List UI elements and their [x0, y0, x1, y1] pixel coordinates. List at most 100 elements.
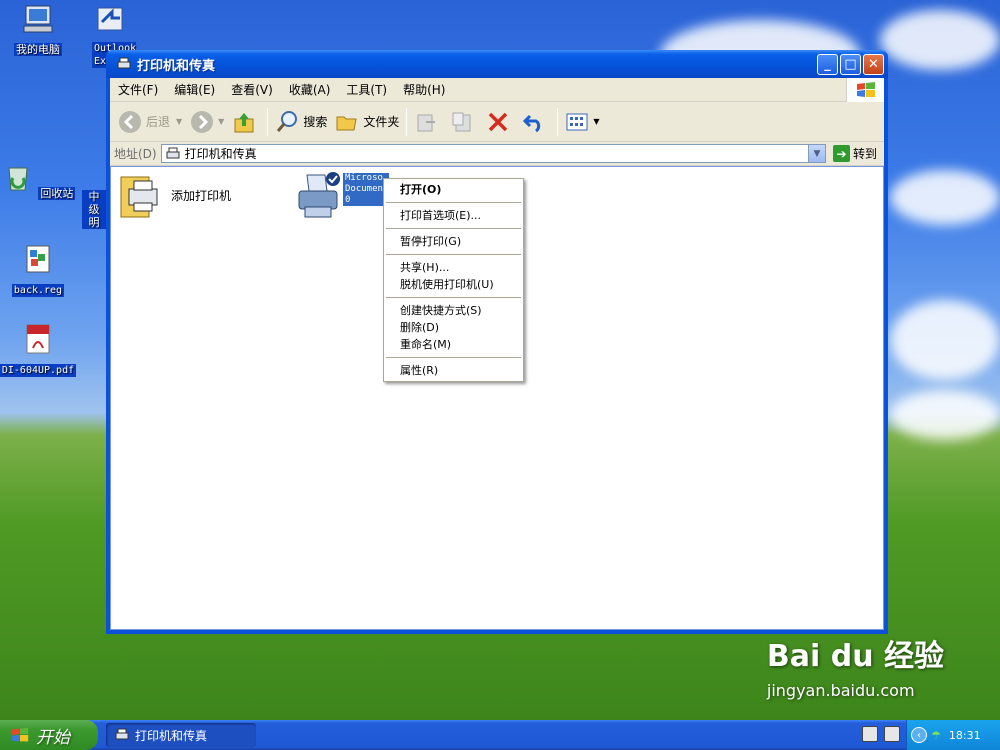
printer-icon: [298, 172, 340, 218]
printer-item-selected[interactable]: Microso Documen 0: [295, 171, 389, 221]
context-menu-item[interactable]: 属性(R): [384, 362, 523, 379]
tray-chevron-icon[interactable]: ‹: [911, 727, 927, 743]
chevron-down-icon: ▼: [813, 148, 821, 159]
context-menu-item[interactable]: 打开(O): [384, 181, 523, 198]
back-label: 后退: [146, 115, 171, 129]
toolbar-separator: [406, 107, 408, 136]
printer-folder-icon: [115, 728, 129, 740]
folders-button[interactable]: 文件夹: [331, 105, 403, 139]
desktop-icon-pdf[interactable]: DI-604UP.pdf: [0, 322, 78, 377]
views-icon: [566, 113, 588, 130]
menu-view[interactable]: 查看(V): [223, 81, 281, 98]
pdf-icon: [26, 324, 50, 354]
context-menu-separator: [386, 254, 521, 255]
add-printer-icon: [120, 176, 158, 218]
context-menu-separator: [386, 297, 521, 298]
desktop-icon-partial[interactable]: 中级 明: [82, 190, 106, 229]
tray-icons: [862, 726, 900, 742]
maximize-icon: □: [844, 56, 857, 72]
context-menu-item[interactable]: 打印首选项(E)...: [384, 207, 523, 224]
context-menu-item[interactable]: 共享(H)...: [384, 259, 523, 276]
menu-help[interactable]: 帮助(H): [395, 81, 453, 98]
context-menu-separator: [386, 357, 521, 358]
toolbar-separator: [267, 107, 269, 136]
context-menu-item[interactable]: 重命名(M): [384, 336, 523, 353]
copy-to-button[interactable]: [446, 105, 482, 139]
printer-folder-icon: [166, 147, 180, 158]
search-button[interactable]: 搜索: [271, 105, 331, 139]
folders-label: 文件夹: [363, 115, 400, 129]
menu-favorites[interactable]: 收藏(A): [281, 81, 339, 98]
taskbar-button-printers[interactable]: 打印机和传真: [106, 723, 256, 747]
window-title: 打印机和传真: [137, 58, 216, 74]
minimize-button[interactable]: _: [817, 53, 838, 75]
network-icon[interactable]: ☂: [931, 729, 941, 742]
address-bar: 地址(D) 打印机和传真 ▼ ➔ 转到: [110, 142, 884, 166]
back-button[interactable]: 后退 ▼: [114, 105, 186, 139]
menu-tools[interactable]: 工具(T): [338, 81, 395, 98]
start-label: 开始: [36, 727, 70, 748]
move-to-button[interactable]: [410, 105, 446, 139]
context-menu: 打开(O) 打印首选项(E)... 暂停打印(G) 共享(H)... 脱机使用打印机(U…: [383, 178, 524, 382]
undo-button[interactable]: [518, 105, 554, 139]
go-label: 转到: [852, 147, 877, 161]
toolbar: 后退 ▼ ▼ 搜索 文件夹 ▼: [110, 102, 884, 142]
views-dropdown-icon: ▼: [593, 117, 600, 126]
maximize-button[interactable]: □: [840, 53, 861, 75]
desktop-icon-back-reg[interactable]: back.reg: [0, 242, 78, 297]
menu-file[interactable]: 文件(F): [110, 81, 166, 98]
taskbar: 开始 打印机和传真 ‹ ☂ 18:31: [0, 720, 1000, 750]
search-label: 搜索: [303, 115, 328, 129]
go-button[interactable]: ➔ 转到: [830, 145, 880, 162]
desktop-icon-my-computer[interactable]: 我的电脑: [0, 2, 78, 56]
copy-to-icon: [452, 112, 471, 131]
desktop-icon-label: 我的电脑: [14, 43, 62, 56]
desktop-icon-recycle-bin[interactable]: 回收站: [0, 160, 78, 200]
printer-folder-icon: [117, 57, 131, 69]
context-menu-item[interactable]: 脱机使用打印机(U): [384, 276, 523, 293]
delete-icon: [489, 112, 508, 131]
undo-icon: [523, 114, 541, 132]
desktop-icon-label: 回收站: [38, 187, 76, 200]
taskbar-button-label: 打印机和传真: [135, 728, 208, 743]
move-to-icon: [417, 114, 436, 131]
system-tray: ‹ ☂ 18:31: [906, 720, 1000, 750]
menu-edit[interactable]: 编辑(E): [166, 81, 223, 98]
views-button[interactable]: ▼: [561, 105, 603, 139]
forward-arrow-icon: [191, 110, 214, 133]
context-menu-item[interactable]: 删除(D): [384, 319, 523, 336]
desktop-icon-label: 中级 明: [82, 190, 106, 229]
keyboard-icon[interactable]: [862, 726, 878, 742]
title-bar[interactable]: 打印机和传真 _ □ ✕: [106, 50, 888, 78]
address-dropdown-button[interactable]: ▼: [807, 145, 825, 162]
desktop-icon-label: DI-604UP.pdf: [0, 364, 77, 377]
watermark-url: jingyan.baidu.com: [766, 681, 915, 700]
minimize-icon: _: [824, 56, 831, 72]
recycle-bin-icon: [8, 167, 28, 191]
back-dropdown-icon[interactable]: ▼: [176, 117, 182, 126]
address-input[interactable]: 打印机和传真 ▼: [160, 144, 826, 163]
outlook-express-icon: [97, 7, 123, 31]
context-menu-separator: [386, 228, 521, 229]
help-icon[interactable]: [884, 726, 900, 742]
folders-icon: [336, 116, 357, 130]
up-folder-icon: [234, 112, 254, 132]
forward-dropdown-icon[interactable]: ▼: [218, 117, 224, 126]
my-computer-icon: [23, 5, 53, 33]
desktop-icon-label: back.reg: [11, 284, 65, 297]
search-icon: [277, 110, 298, 132]
context-menu-item[interactable]: 暂停打印(G): [384, 233, 523, 250]
delete-button[interactable]: [482, 105, 518, 139]
start-button[interactable]: 开始: [0, 720, 98, 750]
clock[interactable]: 18:31: [949, 729, 981, 742]
forward-button[interactable]: ▼: [186, 105, 228, 139]
address-value: 打印机和传真: [184, 147, 257, 161]
toolbar-separator: [557, 107, 559, 136]
baidu-watermark: Bai du 经验 jingyan.baidu.com: [767, 631, 944, 700]
menu-bar: 文件(F) 编辑(E) 查看(V) 收藏(A) 工具(T) 帮助(H): [110, 78, 884, 102]
context-menu-item[interactable]: 创建快捷方式(S): [384, 302, 523, 319]
close-button[interactable]: ✕: [863, 53, 884, 75]
file-label: 添加打印机: [171, 189, 232, 203]
up-button[interactable]: [228, 105, 264, 139]
add-printer-item[interactable]: 添加打印机: [119, 173, 231, 219]
